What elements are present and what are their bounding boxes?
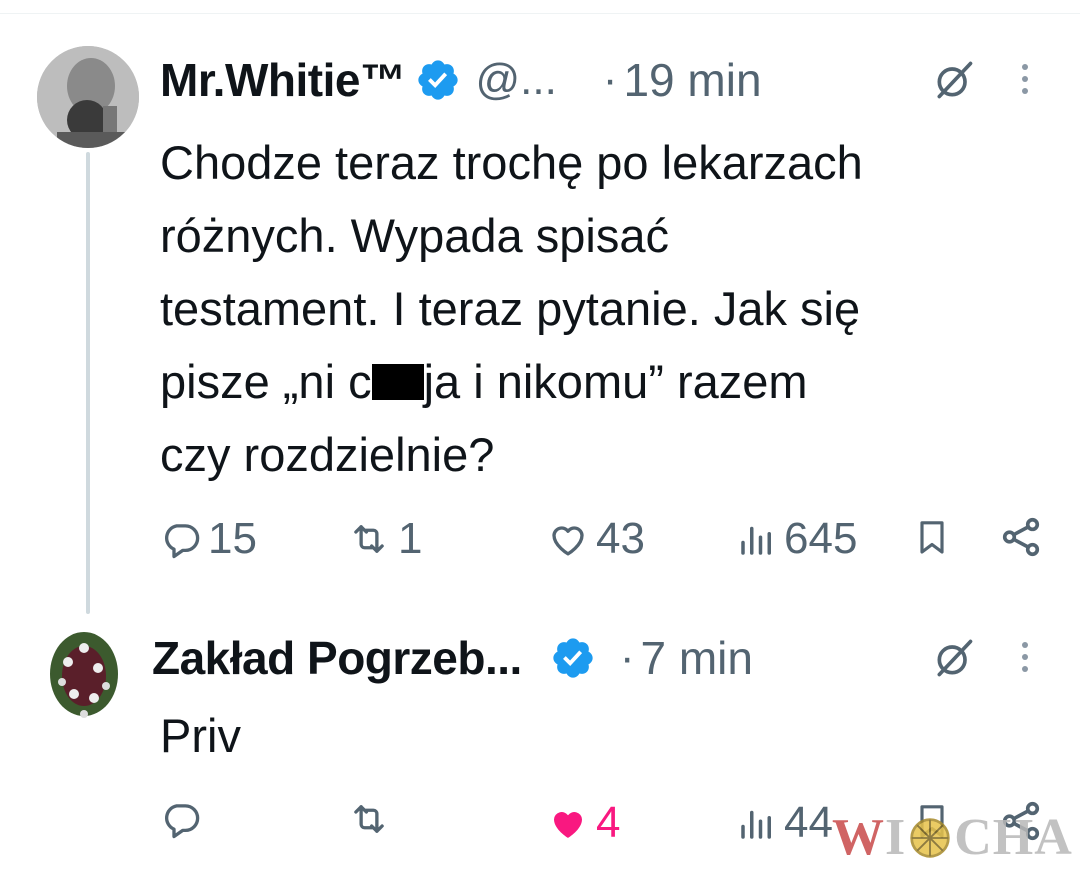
reply-icon [164, 804, 200, 839]
share-icon[interactable] [998, 514, 1044, 560]
thread-connector-line [86, 152, 90, 614]
wheel-icon [910, 817, 950, 858]
author-name[interactable]: Zakład Pogrzeb... [152, 631, 522, 685]
tweet-text-line: testament. I teraz pytanie. Jak się [160, 282, 861, 335]
tweet-text-line: Chodze teraz trochę po lekarzach [160, 136, 863, 189]
avatar[interactable] [46, 624, 122, 732]
watermark-logo: W I CHA [832, 809, 1073, 866]
author-handle[interactable]: @... [475, 55, 556, 105]
watermark-text: W [832, 809, 885, 866]
reply-button[interactable]: 15 [160, 514, 257, 564]
tweet-text: Chodze teraz trochę po lekarzach różnych… [160, 126, 1060, 491]
like-button[interactable]: 43 [546, 514, 645, 564]
censor-bar [371, 364, 424, 400]
reply-text: Priv [160, 709, 241, 762]
reply-button[interactable] [160, 798, 208, 840]
watermark-text: CHA [954, 809, 1073, 866]
verified-badge-icon [418, 60, 459, 100]
verified-badge-icon [553, 638, 593, 678]
like-count: 4 [596, 798, 621, 847]
more-icon[interactable] [1020, 62, 1030, 96]
views-count: 44 [784, 798, 833, 847]
tweet-text-fragment: pisze „ni c [160, 355, 372, 408]
tweet-text-line: czy rozdzielnie? [160, 428, 495, 481]
grok-icon[interactable] [932, 636, 976, 680]
grok-icon[interactable] [932, 58, 976, 102]
reply-count: 15 [208, 514, 257, 563]
more-icon[interactable] [1020, 640, 1030, 674]
repost-icon [354, 525, 384, 553]
views-icon [741, 526, 771, 555]
author-name[interactable]: Mr.Whitie™ [160, 53, 406, 107]
like-icon [552, 526, 584, 556]
repost-button[interactable] [346, 798, 398, 840]
like-button[interactable]: 4 [546, 798, 620, 848]
separator-dot: · [619, 633, 635, 682]
repost-icon [354, 805, 384, 833]
timestamp[interactable]: 7 min [640, 631, 752, 685]
like-count: 43 [596, 514, 645, 563]
tweet-text-line: pisze „ni c ja i nikomu” razem [160, 345, 1060, 418]
views-button[interactable]: 44 [736, 798, 833, 848]
repost-button[interactable]: 1 [346, 514, 422, 564]
reply-icon [164, 524, 200, 559]
views-icon [741, 810, 771, 839]
views-count: 645 [784, 514, 858, 563]
reply-header: Zakład Pogrzeb... · 7 min [152, 628, 753, 688]
repost-count: 1 [398, 514, 423, 563]
tweet-text-line: różnych. Wypada spisać [160, 209, 669, 262]
bookmark-icon[interactable] [912, 514, 952, 560]
tweet-text-fragment: ja i nikomu” razem [423, 355, 808, 408]
views-button[interactable]: 645 [736, 514, 857, 564]
timestamp[interactable]: 19 min [623, 53, 761, 107]
like-icon [554, 812, 582, 838]
avatar[interactable] [37, 46, 139, 148]
top-divider [0, 13, 1080, 14]
separator-dot: · [602, 55, 618, 104]
tweet-header: Mr.Whitie™ @... · 19 min [160, 50, 762, 110]
